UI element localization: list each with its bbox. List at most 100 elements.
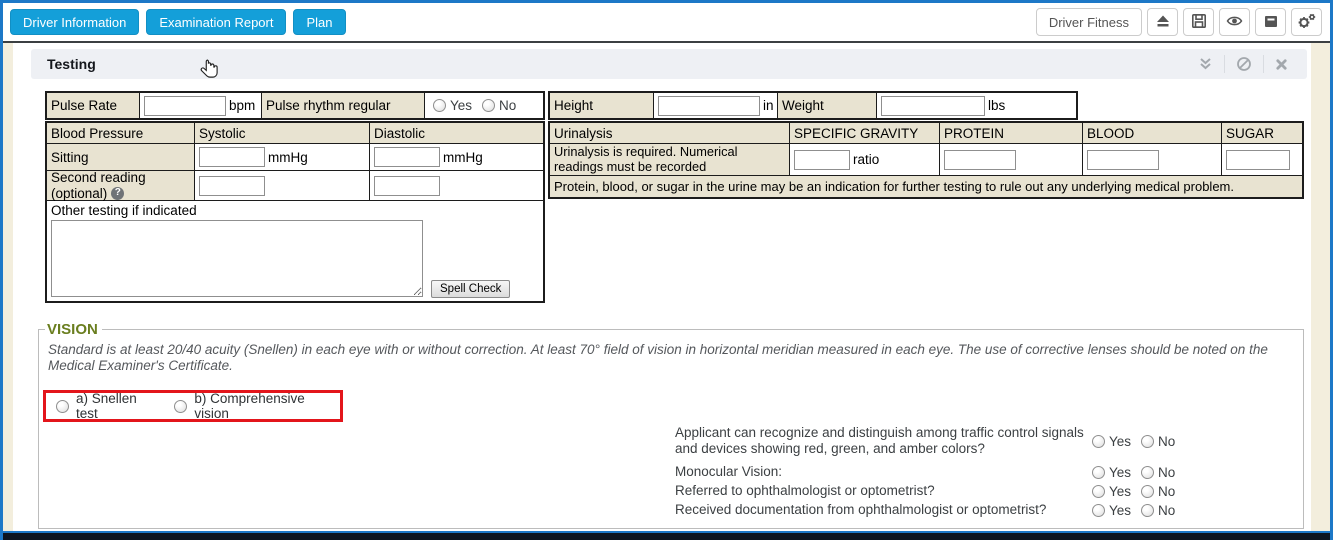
- specific-gravity-cell: ratio: [790, 144, 940, 175]
- help-icon[interactable]: ?: [111, 187, 124, 200]
- height-unit-label: in: [763, 98, 774, 113]
- close-section-icon[interactable]: [1264, 58, 1299, 71]
- pulse-rhythm-cell: Yes No: [425, 93, 543, 118]
- weight-unit-label: lbs: [988, 98, 1005, 113]
- save-button[interactable]: [1183, 8, 1214, 36]
- specific-gravity-input[interactable]: [794, 150, 850, 170]
- pulse-rhythm-yes-radio[interactable]: [433, 99, 446, 112]
- second-reading-line1: Second reading: [51, 170, 146, 185]
- vision-description: Standard is at least 20/40 acuity (Snell…: [48, 342, 1293, 374]
- question-row-traffic-signals: Applicant can recognize and distinguish …: [675, 424, 1325, 458]
- referred-no-radio[interactable]: [1141, 485, 1154, 498]
- preview-button[interactable]: [1219, 8, 1250, 36]
- pulse-rate-cell: bpm: [140, 93, 262, 118]
- pulse-table: Pulse Rate bpm Pulse rhythm regular Yes …: [45, 91, 545, 120]
- question-label: Referred to ophthalmologist or optometri…: [675, 483, 1087, 499]
- sitting-diastolic-cell: mmHg: [370, 144, 543, 170]
- second-systolic-input[interactable]: [199, 176, 265, 196]
- height-input[interactable]: [658, 96, 760, 116]
- comprehensive-vision-label: b) Comprehensive vision: [194, 391, 340, 421]
- spell-check-button[interactable]: Spell Check: [431, 280, 510, 298]
- protein-input[interactable]: [944, 150, 1016, 170]
- eye-icon: [1226, 13, 1243, 32]
- pulse-rhythm-no-radio[interactable]: [482, 99, 495, 112]
- gears-icon: [1297, 12, 1317, 33]
- traffic-signals-yes-radio[interactable]: [1092, 435, 1105, 448]
- disable-section-icon[interactable]: [1225, 56, 1263, 72]
- content-panel: Testing Pulse Rate bpm Pulse rhythm: [13, 43, 1311, 531]
- monocular-yes-radio[interactable]: [1092, 466, 1105, 479]
- height-cell: in: [654, 93, 778, 118]
- question-label: Applicant can recognize and distinguish …: [675, 425, 1087, 457]
- cursor-pointer-icon: [199, 58, 220, 87]
- specific-gravity-header: SPECIFIC GRAVITY: [790, 123, 940, 143]
- question-label: Received documentation from ophthalmolog…: [675, 502, 1087, 518]
- question-row-referred: Referred to ophthalmologist or optometri…: [675, 483, 1325, 499]
- other-testing-textarea[interactable]: [51, 220, 423, 297]
- no-label: No: [1158, 465, 1175, 480]
- bottom-dark-bar: [3, 533, 1330, 540]
- documentation-yes-radio[interactable]: [1092, 504, 1105, 517]
- nav-plan-button[interactable]: Plan: [293, 9, 345, 35]
- no-label: No: [1158, 484, 1175, 499]
- blood-input[interactable]: [1087, 150, 1159, 170]
- second-reading-line2: (optional): [51, 186, 107, 201]
- weight-cell: lbs: [877, 93, 1076, 118]
- question-row-received-documentation: Received documentation from ophthalmolog…: [675, 502, 1325, 518]
- sugar-input[interactable]: [1226, 150, 1290, 170]
- pulse-rate-input[interactable]: [144, 96, 226, 116]
- weight-input[interactable]: [881, 96, 985, 116]
- settings-button[interactable]: [1291, 8, 1322, 36]
- collapse-section-icon[interactable]: [1187, 57, 1224, 71]
- eject-button[interactable]: [1147, 8, 1178, 36]
- second-diastolic-cell: [370, 171, 543, 200]
- mmhg-unit-label: mmHg: [443, 150, 483, 165]
- archive-icon: [1263, 13, 1279, 32]
- vision-body: Standard is at least 20/40 acuity (Snell…: [43, 342, 1299, 524]
- yes-label: Yes: [1109, 465, 1131, 480]
- sitting-systolic-cell: mmHg: [195, 144, 370, 170]
- snellen-test-radio[interactable]: [56, 400, 69, 413]
- toolbar-action-group: Driver Fitness: [1036, 8, 1322, 36]
- nav-examination-report-button[interactable]: Examination Report: [146, 9, 286, 35]
- comprehensive-vision-radio[interactable]: [174, 400, 187, 413]
- second-systolic-cell: [195, 171, 370, 200]
- vision-section-title: VISION: [45, 321, 102, 338]
- yes-label: Yes: [1109, 503, 1131, 518]
- protein-cell: [940, 144, 1083, 175]
- referred-yes-radio[interactable]: [1092, 485, 1105, 498]
- sitting-diastolic-input[interactable]: [374, 147, 440, 167]
- no-label: No: [1158, 434, 1175, 449]
- monocular-no-radio[interactable]: [1141, 466, 1154, 479]
- second-diastolic-input[interactable]: [374, 176, 440, 196]
- urinalysis-footer-note: Protein, blood, or sugar in the urine ma…: [550, 176, 1302, 197]
- driver-fitness-button[interactable]: Driver Fitness: [1036, 8, 1142, 36]
- height-weight-table: Height in Weight lbs: [548, 91, 1078, 120]
- sitting-systolic-input[interactable]: [199, 147, 265, 167]
- second-reading-label: Second reading (optional) ?: [47, 171, 195, 200]
- traffic-signals-no-radio[interactable]: [1141, 435, 1154, 448]
- main-area: Testing Pulse Rate bpm Pulse rhythm: [3, 43, 1330, 531]
- toolbar-nav-group: Driver Information Examination Report Pl…: [10, 9, 346, 35]
- sitting-label: Sitting: [47, 144, 195, 170]
- urinalysis-required-note: Urinalysis is required. Numerical readin…: [550, 144, 790, 175]
- section-header-icons: [1187, 49, 1299, 79]
- urinalysis-table: Urinalysis SPECIFIC GRAVITY PROTEIN BLOO…: [548, 121, 1304, 199]
- no-label: No: [1158, 503, 1175, 518]
- yes-label: Yes: [1109, 484, 1131, 499]
- testing-section-header[interactable]: Testing: [31, 49, 1307, 79]
- documentation-no-radio[interactable]: [1141, 504, 1154, 517]
- no-label: No: [499, 98, 516, 113]
- diastolic-header: Diastolic: [370, 123, 543, 143]
- yes-label: Yes: [1109, 434, 1131, 449]
- ratio-label: ratio: [853, 152, 879, 167]
- archive-button[interactable]: [1255, 8, 1286, 36]
- mmhg-unit-label: mmHg: [268, 150, 308, 165]
- yes-label: Yes: [450, 98, 472, 113]
- question-row-monocular-vision: Monocular Vision: Yes No: [675, 464, 1325, 480]
- second-reading-line2-wrap: (optional) ?: [51, 186, 124, 201]
- save-icon: [1191, 13, 1207, 32]
- vision-section: VISION Standard is at least 20/40 acuity…: [38, 321, 1304, 529]
- nav-driver-information-button[interactable]: Driver Information: [10, 9, 139, 35]
- sugar-cell: [1222, 144, 1302, 175]
